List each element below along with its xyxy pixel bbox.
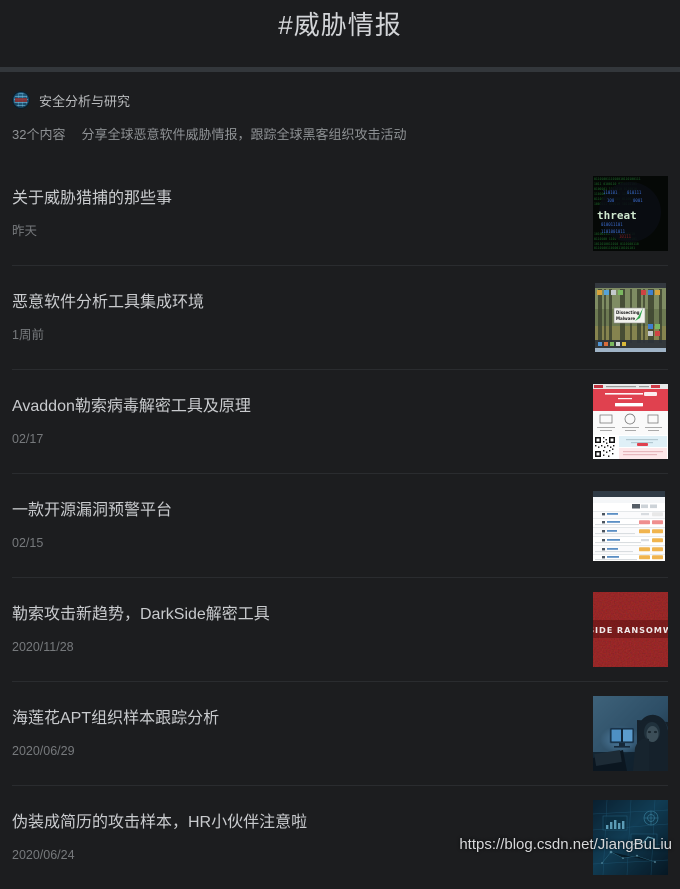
list-item[interactable]: 勒索攻击新趋势，DarkSide解密工具 2020/11/28 SIDE RAN… xyxy=(0,577,680,681)
dark-red-ransomware-thumbnail[interactable]: SIDE RANSOMW xyxy=(593,591,668,667)
list-item[interactable]: Avaddon勒索病毒解密工具及原理 02/17 xyxy=(0,369,680,473)
list-item-date: 昨天 xyxy=(12,223,38,238)
page-title: #威胁情报 xyxy=(278,10,402,40)
globe-avatar-icon xyxy=(12,91,30,109)
list-item-date: 02/15 xyxy=(12,535,44,550)
svg-text:Dissecting: Dissecting xyxy=(616,310,640,315)
list-item-title[interactable]: 伪装成简历的攻击样本，HR小伙伴注意啦 xyxy=(12,812,579,834)
list-item-date: 2020/06/29 xyxy=(12,743,75,758)
list-item-date: 1周前 xyxy=(12,327,44,342)
svg-text:0001: 0001 xyxy=(633,198,643,203)
red-webpage-qrcode-thumbnail[interactable] xyxy=(593,383,668,459)
list-item-text: Avaddon勒索病毒解密工具及原理 02/17 xyxy=(12,396,593,447)
list-item[interactable]: 恶意软件分析工具集成环境 1周前 Dissecting Malware xyxy=(0,265,680,369)
list-item-date: 2020/06/24 xyxy=(12,847,75,862)
collection-meta: 安全分析与研究 32个内容 分享全球恶意软件威胁情报，跟踪全球黑客组织攻击活动 xyxy=(0,72,680,143)
list-item-date: 2020/11/28 xyxy=(12,639,74,654)
svg-text:Malware: Malware xyxy=(616,316,635,321)
svg-text:10111: 10111 xyxy=(619,234,632,239)
list-item-title[interactable]: 一款开源漏洞预警平台 xyxy=(12,500,579,522)
svg-text:SIDE RANSOMW: SIDE RANSOMW xyxy=(593,625,668,635)
collection-author-row[interactable]: 安全分析与研究 xyxy=(12,90,668,110)
svg-text:threat: threat xyxy=(597,209,637,222)
svg-text:010111: 010111 xyxy=(627,190,642,195)
list-item-text: 恶意软件分析工具集成环境 1周前 xyxy=(12,292,593,343)
list-item-text: 勒索攻击新趋势，DarkSide解密工具 2020/11/28 xyxy=(12,604,593,655)
vulnerability-table-thumbnail[interactable] xyxy=(593,487,668,563)
list-item-title[interactable]: 恶意软件分析工具集成环境 xyxy=(12,292,579,314)
blue-tech-data-thumbnail[interactable] xyxy=(593,799,668,875)
svg-text:100: 100 xyxy=(607,198,615,203)
collection-subtitle: 32个内容 分享全球恶意软件威胁情报，跟踪全球黑客组织攻击活动 xyxy=(12,124,668,143)
svg-text:010011101: 010011101 xyxy=(601,222,623,227)
svg-text:0110100111010010110100111: 0110100111010010110100111 xyxy=(594,177,641,181)
collection-author-name[interactable]: 安全分析与研究 xyxy=(39,91,130,110)
list-item[interactable]: 一款开源漏洞预警平台 02/15 xyxy=(0,473,680,577)
list-item[interactable]: 关于威胁猎捕的那些事 昨天 0110100111010010110100111 … xyxy=(0,161,680,265)
collection-description: 分享全球恶意软件威胁情报，跟踪全球黑客组织攻击活动 xyxy=(81,127,407,142)
collection-item-count: 32个内容 xyxy=(12,127,66,142)
list-item-title[interactable]: 勒索攻击新趋势，DarkSide解密工具 xyxy=(12,604,579,626)
list-item-text: 海莲花APT组织样本跟踪分析 2020/06/29 xyxy=(12,708,593,759)
list-item[interactable]: 伪装成简历的攻击样本，HR小伙伴注意啦 2020/06/24 xyxy=(0,785,680,889)
list-item-text: 伪装成简历的攻击样本，HR小伙伴注意啦 2020/06/24 xyxy=(12,812,593,863)
list-item-title[interactable]: 关于威胁猎捕的那些事 xyxy=(12,188,579,210)
list-item-text: 关于威胁猎捕的那些事 昨天 xyxy=(12,188,593,239)
forest-desktop-thumbnail[interactable]: Dissecting Malware xyxy=(593,279,668,355)
page-header: #威胁情报 xyxy=(0,0,680,67)
post-list: 关于威胁猎捕的那些事 昨天 0110100111010010110100111 … xyxy=(0,161,680,889)
list-item-text: 一款开源漏洞预警平台 02/15 xyxy=(12,500,593,551)
svg-text:110101: 110101 xyxy=(603,190,618,195)
svg-text:0110100110100110101101: 0110100110100110101101 xyxy=(594,246,635,250)
list-item-date: 02/17 xyxy=(12,431,44,446)
list-item-title[interactable]: Avaddon勒索病毒解密工具及原理 xyxy=(12,396,579,418)
hooded-hacker-thumbnail[interactable] xyxy=(593,695,668,771)
list-item[interactable]: 海莲花APT组织样本跟踪分析 2020/06/29 xyxy=(0,681,680,785)
list-item-title[interactable]: 海莲花APT组织样本跟踪分析 xyxy=(12,708,579,730)
matrix-threat-thumbnail[interactable]: 0110100111010010110100111 1011 0100110 0… xyxy=(593,175,668,251)
